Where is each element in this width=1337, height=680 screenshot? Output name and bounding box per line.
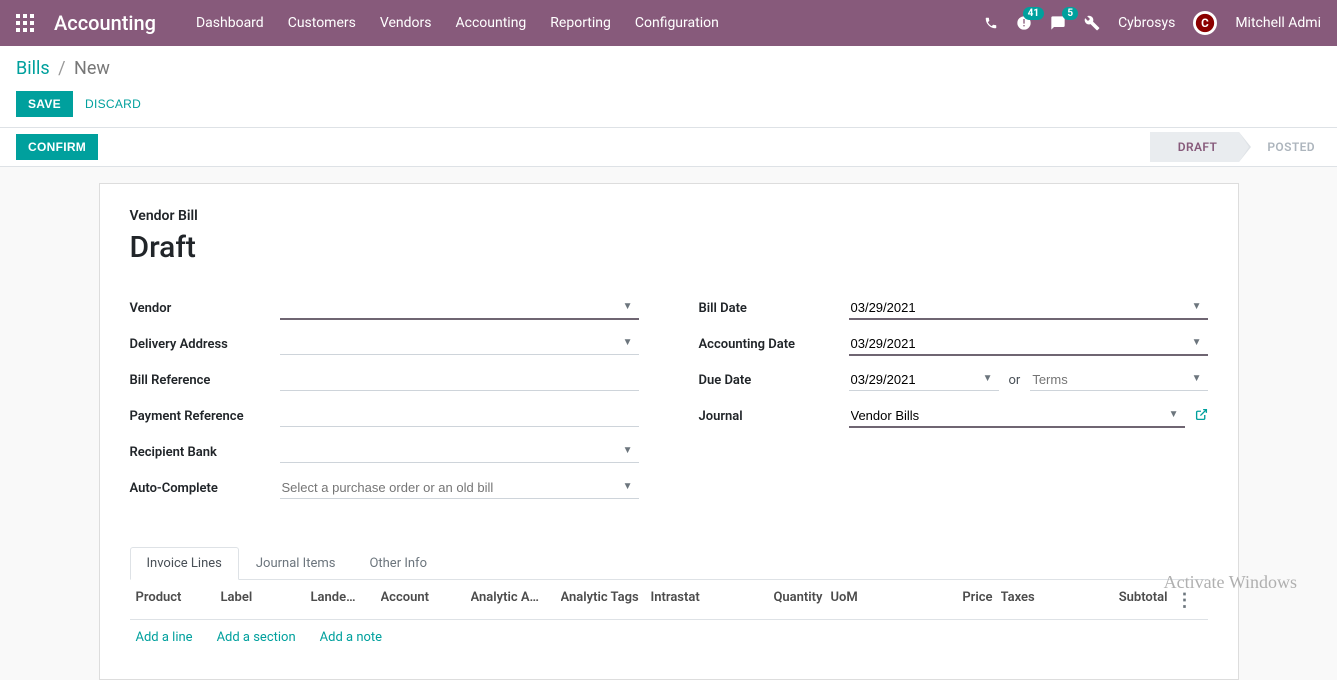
breadcrumb-root[interactable]: Bills — [16, 58, 50, 79]
record-type-label: Vendor Bill — [130, 208, 1208, 224]
app-brand: Accounting — [54, 11, 156, 35]
chevron-down-icon[interactable]: ▼ — [1192, 337, 1202, 348]
menu-vendors[interactable]: Vendors — [380, 15, 432, 31]
chevron-down-icon[interactable]: ▼ — [1192, 373, 1202, 384]
columns-menu-icon[interactable]: ⋮ — [1176, 590, 1202, 611]
chevron-down-icon[interactable]: ▼ — [623, 301, 633, 312]
terms-input[interactable] — [1030, 369, 1207, 391]
add-line-link[interactable]: Add a line — [136, 630, 193, 645]
chevron-down-icon[interactable]: ▼ — [623, 337, 633, 348]
delivery-input[interactable] — [280, 333, 639, 355]
status-draft[interactable]: DRAFT — [1150, 132, 1240, 162]
breadcrumb-sep: / — [58, 58, 65, 79]
discard-button[interactable]: DISCARD — [85, 97, 141, 111]
chevron-down-icon[interactable]: ▼ — [1169, 409, 1179, 420]
menu-accounting[interactable]: Accounting — [455, 15, 526, 31]
journal-input[interactable] — [849, 405, 1185, 428]
external-link-icon[interactable] — [1195, 408, 1208, 425]
autocomplete-input[interactable] — [280, 477, 639, 499]
col-analytic-tags: Analytic Tags — [561, 590, 651, 611]
main-menu: Dashboard Customers Vendors Accounting R… — [196, 15, 719, 31]
duedate-label: Due Date — [699, 373, 849, 388]
user-avatar[interactable]: C — [1193, 11, 1217, 35]
menu-customers[interactable]: Customers — [288, 15, 356, 31]
messages-icon[interactable]: 5 — [1050, 15, 1066, 31]
chevron-down-icon[interactable]: ▼ — [983, 373, 993, 384]
breadcrumb: Bills / New — [16, 58, 1321, 79]
phone-icon[interactable] — [984, 16, 998, 30]
payref-input[interactable] — [280, 405, 639, 427]
journal-label: Journal — [699, 409, 849, 424]
menu-dashboard[interactable]: Dashboard — [196, 15, 264, 31]
svg-text:C: C — [1202, 16, 1210, 30]
messages-badge: 5 — [1062, 7, 1078, 20]
billref-input[interactable] — [280, 369, 639, 391]
chevron-down-icon[interactable]: ▼ — [1192, 301, 1202, 312]
col-price: Price — [926, 590, 1001, 611]
autocomplete-label: Auto-Complete — [130, 481, 280, 496]
payref-label: Payment Reference — [130, 409, 280, 424]
col-label: Label — [221, 590, 311, 611]
apps-icon[interactable] — [16, 14, 34, 32]
col-analytic-acc: Analytic A… — [471, 590, 561, 611]
col-product: Product — [136, 590, 221, 611]
bank-input[interactable] — [280, 441, 639, 463]
user-name[interactable]: Mitchell Admi — [1235, 15, 1321, 31]
accdate-input[interactable] — [849, 333, 1208, 356]
breadcrumb-current: New — [74, 58, 110, 79]
bank-label: Recipient Bank — [130, 445, 280, 460]
record-title: Draft — [130, 230, 1208, 265]
add-note-link[interactable]: Add a note — [320, 630, 382, 645]
billref-label: Bill Reference — [130, 373, 280, 388]
tab-other-info[interactable]: Other Info — [352, 547, 444, 579]
delivery-label: Delivery Address — [130, 337, 280, 352]
billdate-input[interactable] — [849, 297, 1208, 320]
or-label: or — [1009, 373, 1021, 388]
activities-badge: 41 — [1023, 7, 1044, 20]
form-sheet: Vendor Bill Draft Vendor ▼ Delivery Addr… — [99, 183, 1239, 680]
status-arrows: DRAFT POSTED — [1150, 132, 1337, 162]
col-subtotal: Subtotal — [1101, 590, 1176, 611]
vendor-label: Vendor — [130, 301, 280, 316]
tab-journal-items[interactable]: Journal Items — [239, 547, 353, 579]
col-intrastat: Intrastat — [651, 590, 761, 611]
activities-icon[interactable]: 41 — [1016, 15, 1032, 31]
col-uom: UoM — [831, 590, 926, 611]
windows-watermark: Activate Windows — [1164, 572, 1297, 593]
tab-invoice-lines[interactable]: Invoice Lines — [130, 547, 239, 580]
confirm-button[interactable]: CONFIRM — [16, 134, 98, 160]
col-quantity: Quantity — [761, 590, 831, 611]
status-posted[interactable]: POSTED — [1239, 132, 1337, 162]
menu-configuration[interactable]: Configuration — [635, 15, 719, 31]
menu-reporting[interactable]: Reporting — [550, 15, 611, 31]
billdate-label: Bill Date — [699, 301, 849, 316]
col-landed: Lande… — [311, 590, 381, 611]
notebook-tabs: Invoice Lines Journal Items Other Info — [130, 547, 1208, 580]
col-account: Account — [381, 590, 471, 611]
status-bar: CONFIRM DRAFT POSTED — [0, 127, 1337, 167]
save-button[interactable]: SAVE — [16, 91, 73, 117]
table-header: Product Label Lande… Account Analytic A…… — [130, 582, 1208, 620]
col-taxes: Taxes — [1001, 590, 1101, 611]
vendor-input[interactable] — [280, 297, 639, 320]
chevron-down-icon[interactable]: ▼ — [623, 481, 633, 492]
control-panel: Bills / New SAVE DISCARD — [0, 46, 1337, 127]
duedate-input[interactable] — [849, 369, 999, 391]
company-switcher[interactable]: Cybrosys — [1118, 15, 1175, 31]
accdate-label: Accounting Date — [699, 337, 849, 352]
top-navbar: Accounting Dashboard Customers Vendors A… — [0, 0, 1337, 46]
debug-icon[interactable] — [1084, 15, 1100, 31]
chevron-down-icon[interactable]: ▼ — [623, 445, 633, 456]
invoice-lines-table: Product Label Lande… Account Analytic A…… — [130, 582, 1208, 655]
add-section-link[interactable]: Add a section — [217, 630, 296, 645]
